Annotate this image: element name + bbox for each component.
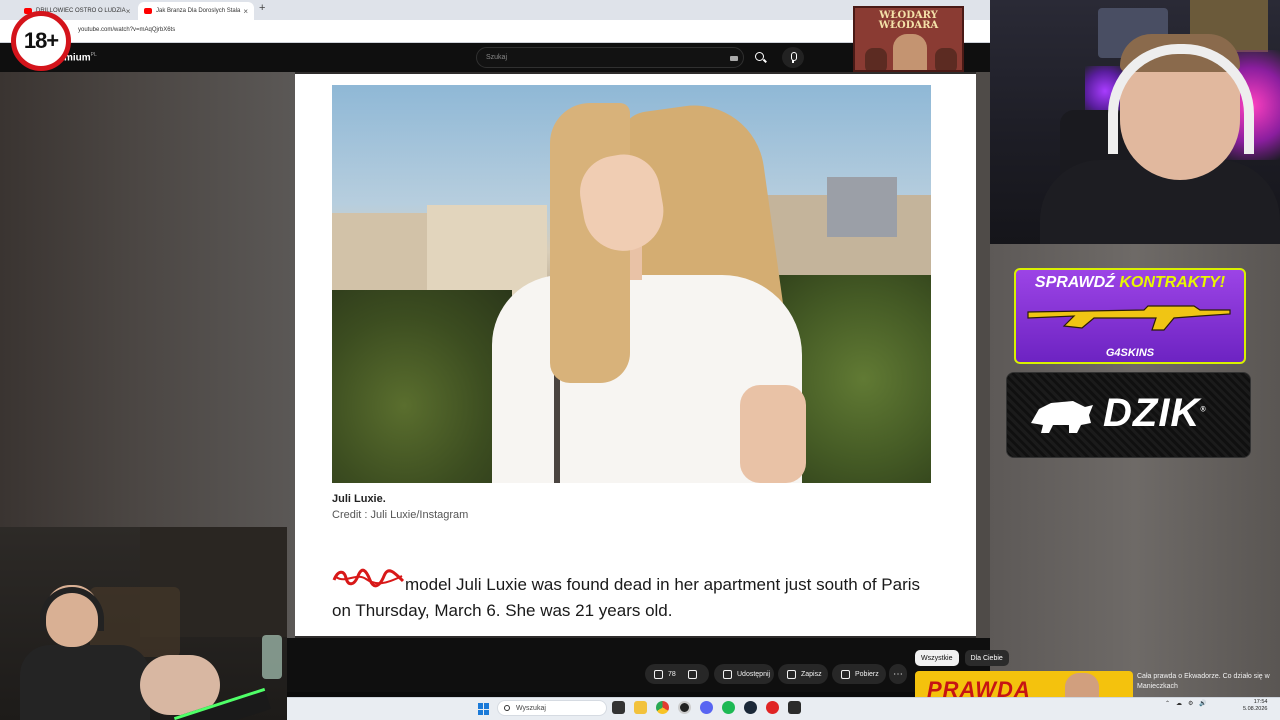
streamer-webcam [990,0,1280,244]
close-tab-icon[interactable]: × [126,7,131,16]
thumbs-up-icon [654,669,663,679]
file-explorer-icon[interactable] [612,701,625,714]
youtube-logo[interactable]: miumPL [64,52,97,63]
like-count: 78 [668,670,676,678]
download-button[interactable]: Pobierz [832,664,886,684]
folder-icon[interactable] [634,701,647,714]
thumbnail-text: PRAWDA [927,677,1031,697]
app-red-icon[interactable] [766,701,779,714]
photo-caption-name: Juli Luxie. [332,493,386,505]
windows-start-icon[interactable] [478,703,490,715]
screen: DRILLOWIEC OSTRO O LUDZIA × Jak Branza D… [0,0,1280,720]
thumbs-down-icon[interactable] [687,669,697,679]
more-actions-button[interactable]: ⋯ [889,664,907,684]
article-body: model Juli Luxie was found dead in her a… [332,575,921,620]
address-bar[interactable]: youtube.com/watch?v=mAqQjrbX6ts [0,20,990,43]
recommended-video-thumbnail[interactable]: PRAWDA [915,671,1133,697]
like-button[interactable]: 78 [645,664,709,684]
photo-caption-credit: Credit : Juli Luxie/Instagram [332,509,469,521]
bookmark-icon [787,669,796,679]
sponsor-dzik-wordmark: DZIK® [1103,391,1207,435]
search-button[interactable] [744,47,776,68]
url-text[interactable]: youtube.com/watch?v=mAqQjrbX6ts [78,27,175,33]
recommended-video-title[interactable]: Cała prawda o Ekwadorze. Co działo się w… [1137,672,1272,692]
search-input[interactable]: Szukaj [476,47,744,68]
rifle-icon [1027,305,1231,331]
video-blur-right [976,72,990,638]
download-icon [841,669,850,679]
taskbar-clock[interactable]: 17:54 5.08.2026 [1243,699,1267,713]
poster-line2: WŁODARA [878,20,939,31]
boar-logo-icon [1031,401,1093,433]
youtube-header: miumPL Szukaj [0,43,990,72]
steam-icon[interactable] [744,701,757,714]
keyboard-icon[interactable] [730,56,738,61]
search-icon [504,705,510,711]
taskbar-search-input[interactable]: Wyszukaj [497,700,607,716]
close-tab-icon[interactable]: × [243,7,248,16]
new-tab-button[interactable]: + [259,2,265,14]
system-tray[interactable]: ⌃ ☁ ⚙ 🔊 [1165,700,1207,707]
chrome-icon[interactable] [656,701,669,714]
stream-poster-overlay: WŁODARY WŁODARA [853,6,964,72]
youtube-favicon-icon [144,8,152,14]
windows-taskbar [287,697,1280,720]
below-player-bar [287,638,990,692]
article-card: Juli Luxie. Credit : Juli Luxie/Instagra… [295,74,976,636]
chip-all[interactable]: Wszystkie [915,650,959,666]
article-photo [332,85,931,483]
sponsor-headline: SPRAWDŹ KONTRAKTY! [1034,274,1226,291]
sponsor-dzik-banner[interactable]: DZIK® [1006,372,1251,458]
discord-icon[interactable] [700,701,713,714]
obs-icon[interactable] [678,701,691,714]
sponsor-g4skins-banner[interactable]: SPRAWDŹ KONTRAKTY! G4SKINS [1006,260,1254,366]
chip-for-you[interactable]: Dla Ciebie [964,650,1009,666]
browser-tab-bar: DRILLOWIEC OSTRO O LUDZIA × Jak Branza D… [0,0,990,20]
red-scribble-censor [332,568,405,588]
guest-webcam [0,527,287,720]
search-placeholder: Szukaj [486,54,508,61]
share-icon [723,669,732,679]
share-button[interactable]: Udostępnij [714,664,774,684]
recommendation-chips: Wszystkie Dla Ciebie [915,650,1009,666]
spotify-icon[interactable] [722,701,735,714]
age-restriction-badge: 18+ [11,11,71,71]
save-button[interactable]: Zapisz [778,664,828,684]
search-icon [755,52,764,61]
sponsor-brand: G4SKINS [1105,347,1155,359]
browser-tab-active[interactable]: Jak Branza Dla Doroslych Stala × [138,2,254,20]
app-dark-icon[interactable] [788,701,801,714]
voice-search-icon[interactable] [782,47,804,68]
tab-title: Jak Branza Dla Doroslych Stala [156,8,241,14]
